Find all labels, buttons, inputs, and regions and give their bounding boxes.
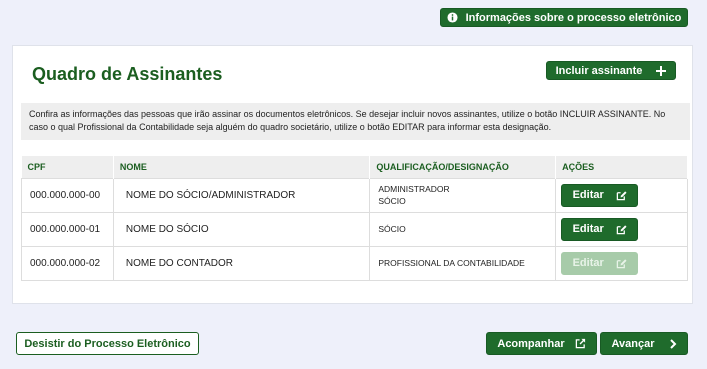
page-title: Quadro de Assinantes (32, 64, 223, 84)
edit-icon (616, 190, 627, 200)
edit-icon (616, 224, 627, 234)
table-header-row: CPF NOME QUALIFICAÇÃO/DESIGNAÇÃO AÇÕES (21, 156, 688, 178)
cpf-cell: 000.000.000-01 (21, 211, 114, 247)
actions-cell: Editar (555, 245, 688, 281)
name-cell: NOME DO SÓCIO (112, 211, 371, 247)
signers-table: CPF NOME QUALIFICAÇÃO/DESIGNAÇÃO AÇÕES 0… (21, 156, 688, 281)
column-header-cpf: CPF (21, 156, 114, 178)
edit-button[interactable]: Editar (561, 217, 639, 241)
table-row: 000.000.000-00 NOME DO SÓCIO/ADMINISTRAD… (21, 177, 688, 213)
chevron-right-icon (669, 338, 676, 349)
qualification-cell: SÓCIO (369, 211, 557, 247)
column-header-acoes: AÇÕES (555, 156, 688, 178)
qualification-cell: PROFISSIONAL DA CONTABILIDADE (369, 245, 557, 281)
desist-process-button[interactable]: Desistir do Processo Eletrônico (16, 332, 199, 355)
cpf-cell: 000.000.000-00 (21, 177, 114, 213)
next-button[interactable]: Avançar (600, 332, 688, 355)
name-cell: NOME DO CONTADOR (112, 245, 371, 281)
info-box: Confira as informações das pessoas que i… (21, 103, 690, 140)
column-header-nome: NOME (113, 156, 371, 178)
cpf-cell: 000.000.000-02 (21, 245, 114, 281)
process-info-button[interactable]: Informações sobre o processo eletrônico (440, 8, 688, 27)
edit-label: Editar (572, 189, 604, 201)
qualification-line: SÓCIO (378, 224, 406, 234)
actions-cell: Editar (555, 177, 688, 213)
table-row: 000.000.000-01 NOME DO SÓCIO SÓCIO Edita… (21, 211, 688, 247)
plus-icon (656, 65, 667, 76)
info-circle-icon (447, 12, 458, 23)
name-cell: NOME DO SÓCIO/ADMINISTRADOR (112, 177, 371, 213)
column-header-qualificacao: QUALIFICAÇÃO/DESIGNAÇÃO (369, 156, 557, 178)
qualification-cell: ADMINISTRADOR SÓCIO (369, 177, 557, 213)
edit-icon (616, 258, 627, 268)
add-signer-button[interactable]: Incluir assinante (546, 61, 676, 80)
actions-cell: Editar (555, 211, 688, 247)
edit-label: Editar (572, 257, 604, 269)
qualification-line: SÓCIO (378, 196, 406, 206)
edit-button-disabled[interactable]: Editar (561, 251, 639, 275)
edit-label: Editar (572, 223, 604, 235)
qualification-line: PROFISSIONAL DA CONTABILIDADE (378, 258, 525, 268)
next-label: Avançar (611, 337, 655, 350)
add-signer-label: Incluir assinante (555, 64, 643, 77)
edit-button[interactable]: Editar (561, 183, 639, 207)
process-info-label: Informações sobre o processo eletrônico (465, 11, 682, 24)
track-label: Acompanhar (497, 337, 565, 350)
track-button[interactable]: Acompanhar (486, 332, 597, 355)
desist-label: Desistir do Processo Eletrônico (24, 337, 191, 350)
info-text: Confira as informações das pessoas que i… (29, 109, 666, 132)
external-link-icon (575, 338, 585, 349)
table-row: 000.000.000-02 NOME DO CONTADOR PROFISSI… (21, 245, 688, 281)
signers-card: Quadro de Assinantes Incluir assinante C… (12, 45, 693, 304)
qualification-line: ADMINISTRADOR (378, 184, 450, 194)
